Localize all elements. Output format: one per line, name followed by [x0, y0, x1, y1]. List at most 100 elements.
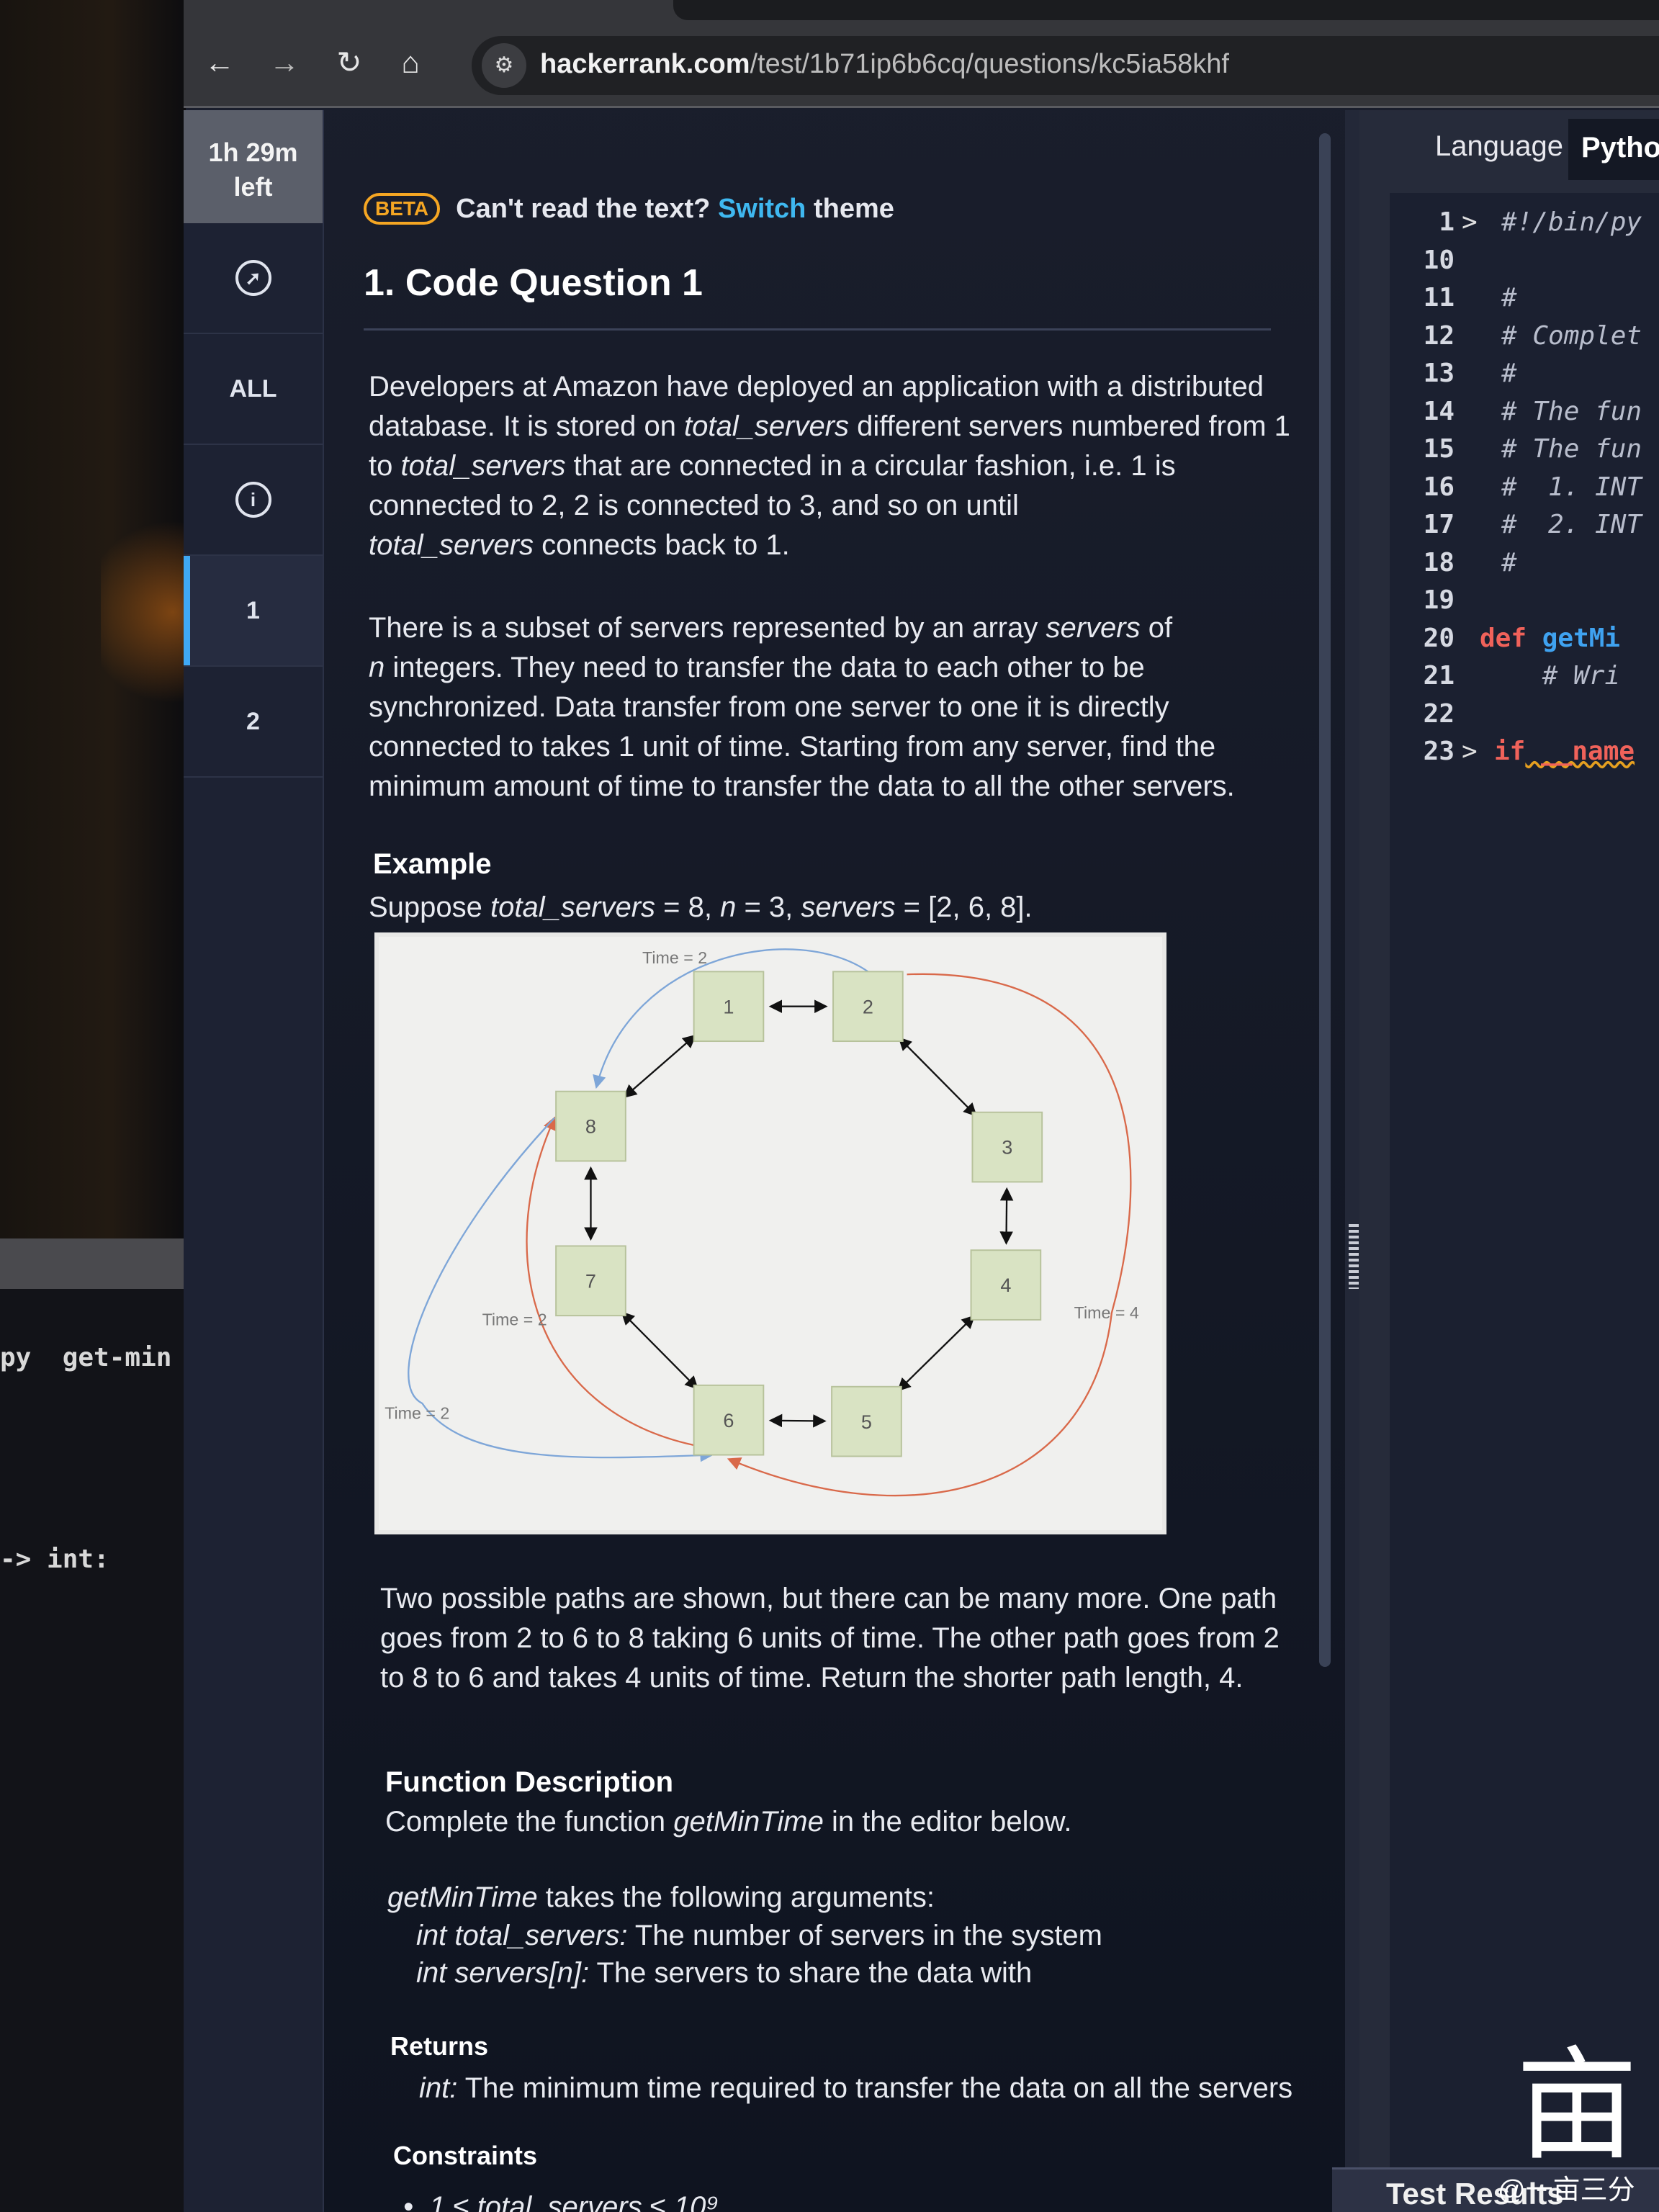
line-number: 14 [1423, 396, 1455, 426]
text-line: to 8 to 6 and takes 4 units of time. Ret… [380, 1662, 1244, 1694]
server-node-label: 8 [585, 1115, 596, 1138]
text-line: to total_servers that are connected in a… [369, 450, 1176, 482]
ring-edge [621, 1311, 699, 1390]
sidebar-item-info[interactable]: i [184, 445, 323, 556]
code-line[interactable]: 13 # [1390, 359, 1659, 396]
code-line[interactable]: 17 # 2. INT [1390, 510, 1659, 547]
keyword: if [1494, 737, 1526, 766]
code-line[interactable]: 21 # Wri [1390, 661, 1659, 698]
function-line: Complete the function getMinTime in the … [385, 1802, 1321, 1842]
description-paragraph-2: There is a subset of servers represented… [369, 608, 1305, 806]
code-line[interactable]: 10 [1390, 246, 1659, 283]
sidebar-item-question-2[interactable]: 2 [184, 667, 323, 778]
line-number: 21 [1423, 661, 1455, 691]
watermark-logo: 亩 @一亩三分地 [1498, 2035, 1639, 2206]
text-line: total_servers connects back to 1. [369, 529, 790, 561]
text-line: Two possible paths are shown, but there … [380, 1583, 1277, 1614]
example-line: Suppose total_servers = 8, n = 3, server… [369, 888, 1305, 927]
terminal-line: -> int: [0, 1545, 109, 1574]
terminal-line: py get-min [0, 1343, 172, 1372]
code-line[interactable]: 15 # The fun [1390, 434, 1659, 472]
reload-icon[interactable]: ↻ [331, 45, 367, 81]
theme-banner: BETA Can't read the text? Switch theme [364, 193, 894, 225]
site-settings-icon[interactable]: ⚙ [482, 43, 526, 88]
panel-splitter[interactable] [1345, 110, 1359, 2212]
info-icon: i [235, 482, 271, 518]
text-line: There is a subset of servers represented… [369, 612, 1173, 644]
divider [364, 328, 1271, 331]
text-line: Suppose total_servers = 8, n = 3, server… [369, 891, 1033, 923]
line-number: 20 [1423, 623, 1455, 653]
code-line[interactable]: 23 > if __name [1390, 737, 1659, 774]
line-number: 22 [1423, 698, 1455, 729]
code-line[interactable]: 20 def getMi [1390, 624, 1659, 661]
ring-edge [897, 1315, 976, 1392]
time-label: Time = 2 [385, 1403, 449, 1422]
address-bar[interactable]: ⚙ hackerrank.com/test/1b71ip6b6cq/questi… [472, 36, 1659, 95]
fold-chevron-icon[interactable]: > [1462, 737, 1478, 766]
browser-toolbar: ← → ↻ ⌂ ⚙ hackerrank.com/test/1b71ip6b6c… [184, 0, 1659, 108]
argument-total-servers: int total_servers: The number of servers… [416, 1916, 1352, 1956]
text-line: Developers at Amazon have deployed an ap… [369, 371, 1264, 403]
ring-edge [898, 1037, 977, 1117]
ring-edge [623, 1034, 696, 1098]
example-diagram: 1 2 3 4 5 6 7 8 Time = 2 Time = 2 Time = 2 Time = 4 [374, 932, 1166, 1534]
text-line: synchronized. Data transfer from one ser… [369, 691, 1169, 723]
text-line: connected to takes 1 unit of time. Start… [369, 731, 1216, 763]
server-node-label: 5 [861, 1411, 872, 1433]
url-text[interactable]: hackerrank.com/test/1b71ip6b6cq/question… [540, 49, 1229, 80]
code-line[interactable]: 1 > #!/bin/py [1390, 207, 1659, 245]
line-number: 10 [1423, 245, 1455, 275]
example-heading: Example [373, 848, 492, 880]
code-line[interactable]: 22 [1390, 699, 1659, 737]
line-number: 18 [1423, 547, 1455, 577]
question-sidebar: 1h 29m left ➚ ALL i 1 2 [184, 110, 324, 2212]
function-description-heading: Function Description [385, 1766, 673, 1798]
text-line: Complete the function getMinTime in the … [385, 1806, 1072, 1838]
question-scrollbar[interactable] [1319, 133, 1331, 1667]
back-arrow-icon[interactable]: ← [202, 45, 238, 81]
ring-diagram: 1 2 3 4 5 6 7 8 Time = 2 Time = 2 Time = 2 Time = 4 [385, 948, 1139, 1497]
language-select[interactable]: Python [1568, 119, 1659, 180]
compass-icon: ➚ [235, 260, 271, 296]
home-icon[interactable]: ⌂ [392, 45, 428, 81]
sidebar-item-question-1[interactable]: 1 [184, 556, 323, 667]
sidebar-item-overview[interactable]: ➚ [184, 223, 323, 334]
code-editor-panel: Language Python 1>#!/bin/py10 11#12# Comp… [1359, 110, 1659, 2212]
line-number: 11 [1423, 283, 1455, 313]
arguments-line: getMinTime takes the following arguments… [387, 1878, 1323, 1917]
time-label: Time = 2 [642, 948, 707, 967]
ring-edge [999, 1187, 1014, 1245]
question-panel: BETA Can't read the text? Switch theme 1… [324, 110, 1318, 2212]
code-line[interactable]: 19 [1390, 585, 1659, 623]
sidebar-item-all[interactable]: ALL [184, 334, 323, 445]
function-name: getMi [1542, 623, 1621, 653]
description-paragraph-1: Developers at Amazon have deployed an ap… [369, 367, 1305, 565]
argument-servers: int servers[n]: The servers to share the… [416, 1954, 1352, 1993]
switch-theme-link[interactable]: Switch [718, 194, 806, 225]
terminal-separator [0, 1238, 186, 1289]
server-node-label: 6 [723, 1409, 734, 1431]
code-line[interactable]: 14 # The fun [1390, 397, 1659, 434]
code-line[interactable]: 16 # 1. INT [1390, 472, 1659, 510]
code-line[interactable]: 11 # [1390, 283, 1659, 320]
text-line: int: The minimum time required to transf… [419, 2072, 1293, 2104]
code-line[interactable]: 12 # Complet [1390, 321, 1659, 359]
code-line[interactable]: 18 # [1390, 548, 1659, 585]
code-editor[interactable]: 1 > #!/bin/py 10 11 #12 # Complet 13 #14 # The fu… [1390, 193, 1659, 2212]
server-node-label: 7 [585, 1269, 596, 1292]
time-remaining: 1h 29m left [184, 110, 323, 223]
forward-arrow-icon[interactable]: → [266, 45, 302, 81]
language-label: Language [1435, 130, 1563, 162]
line-number: 17 [1423, 510, 1455, 539]
returns-heading: Returns [390, 2031, 489, 2061]
line-number: 1 [1439, 207, 1455, 237]
returns-line: int: The minimum time required to transf… [419, 2069, 1355, 2108]
drag-handle-icon[interactable] [1349, 1224, 1359, 1289]
fold-chevron-icon[interactable]: > [1462, 207, 1478, 237]
text-line: n integers. They need to transfer the da… [369, 652, 1145, 683]
text-line: database. It is stored on total_servers … [369, 410, 1290, 442]
line-number: 23 [1423, 737, 1455, 766]
screen-photo: py get-min -> int: ← → ↻ ⌂ ⚙ hackerrank.… [0, 0, 1659, 2212]
explanation-paragraph: Two possible paths are shown, but there … [380, 1579, 1316, 1698]
